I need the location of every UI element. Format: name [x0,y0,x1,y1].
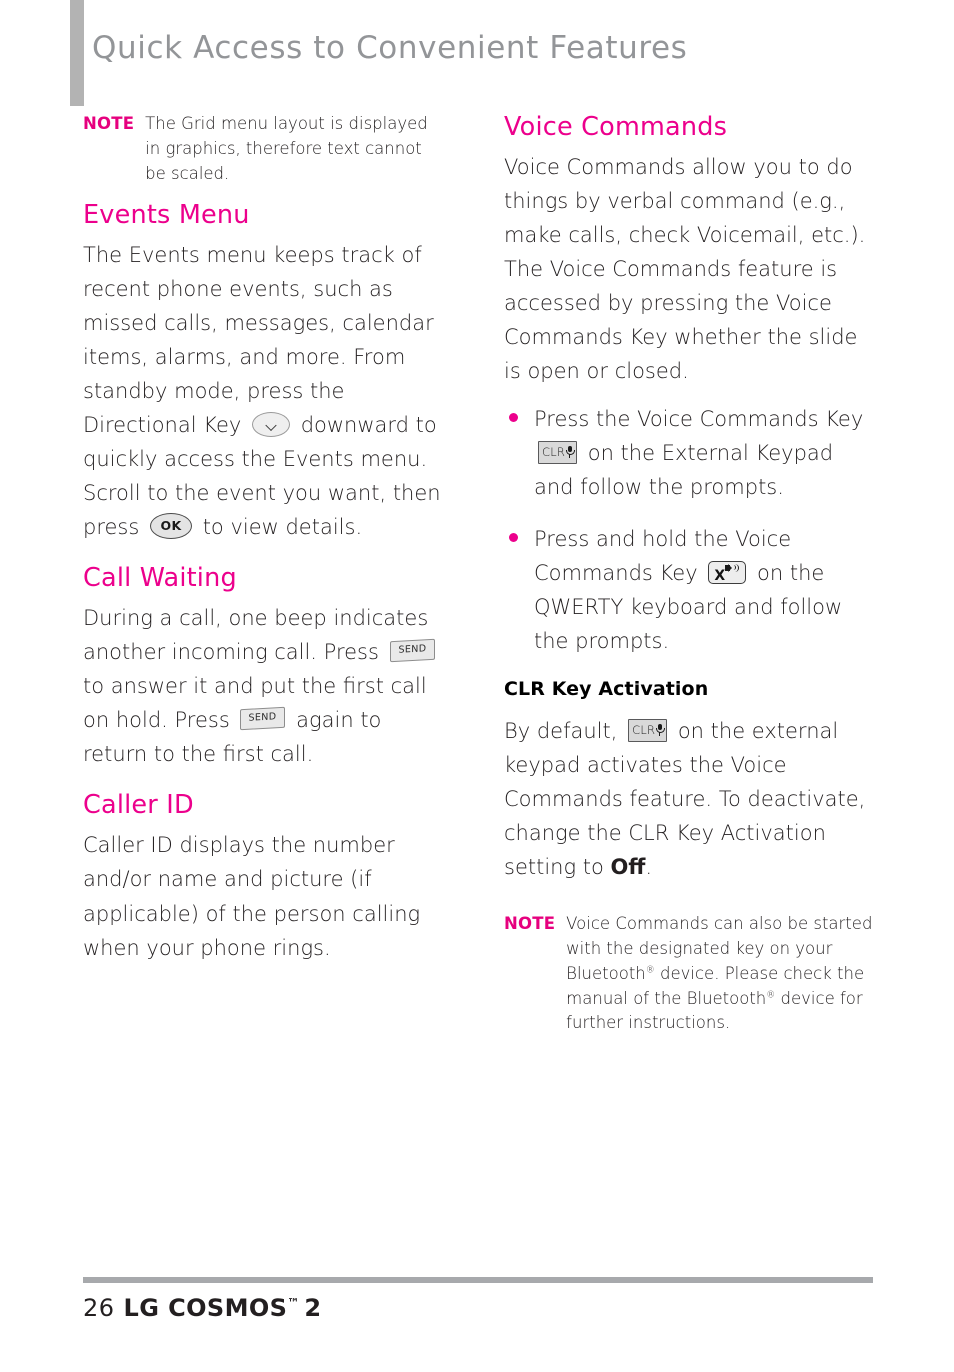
voice-commands-bullet-list: Press the Voice Commands Key CLR on the … [504,402,874,658]
clr-key-label: CLR [542,444,566,459]
footer-divider [83,1277,873,1283]
heading-caller-id: Caller ID [83,790,194,821]
clr-activation-text-part-3: . [645,855,653,880]
header-accent-bar [70,0,84,106]
note-label: NOTE [83,114,135,133]
registered-mark: ® [645,965,655,976]
right-column: Voice Commands Voice Commands allow you … [504,112,874,1042]
clr-activation-text-part-2: on the external keypad activates the Voi… [504,719,866,880]
paragraph-voice-commands: Voice Commands allow you to do things by… [504,155,866,384]
clr-activation-bold-value: Off [610,855,646,880]
clr-key-icon: CLR [538,440,578,464]
trademark-symbol: ™ [287,1296,300,1310]
list-item: Press and hold the Voice Commands Key X … [504,522,874,658]
note-label: NOTE [504,914,556,934]
microphone-icon [656,723,666,736]
call-waiting-text-part-1: During a call, one beep indicates anothe… [83,606,429,665]
heading-call-waiting: Call Waiting [83,563,237,594]
clr-activation-text-part-1: By default, [504,719,618,744]
speaker-icon [725,563,739,575]
bullet-1-text-part-2: on the External Keypad and follow the pr… [534,441,834,500]
note-block-grid-menu: NOTE The Grid menu layout is displayed i… [83,112,443,186]
clr-key-label: CLR [632,722,656,737]
heading-clr-key-activation: CLR Key Activation [504,678,709,701]
x-key-label: X [714,567,726,584]
model-number: 2 [304,1294,322,1322]
ok-key-icon: OK [150,513,192,540]
events-text-part-1: The Events menu keeps track of recent ph… [83,243,434,438]
bullet-dot-icon [509,413,518,423]
footer: 26 LG COSMOS™ 2 [83,1294,321,1322]
paragraph-clr-key-activation: By default, CLR on the external keypad a… [504,714,874,884]
directional-down-key-icon [252,411,291,437]
note-text: Voice Commands can also be started with … [566,912,874,1036]
bullet-1-text-part-1: Press the Voice Commands Key [534,407,864,432]
list-item: Press the Voice Commands Key CLR on the … [504,402,874,504]
bullet-2-text-part-1: Press and hold the Voice Commands Key [534,527,792,586]
page-title: Quick Access to Convenient Features [92,30,688,66]
send-key-icon-1: SEND [389,638,435,663]
paragraph-events-menu: The Events menu keeps track of recent ph… [83,238,443,544]
microphone-icon [566,445,576,458]
x-key-icon: X [708,560,747,584]
paragraph-call-waiting: During a call, one beep indicates anothe… [83,601,443,771]
clr-key-icon: CLR [628,718,668,742]
bullet-dot-icon [509,533,518,543]
note-text: The Grid menu layout is displayed in gra… [145,114,428,183]
events-text-part-3: to view details. [202,515,363,540]
heading-voice-commands: Voice Commands [504,112,728,142]
left-column: NOTE The Grid menu layout is displayed i… [83,112,443,969]
page-number: 26 [83,1294,115,1322]
note-block-bluetooth: NOTE Voice Commands can also be started … [504,912,874,1036]
brand-name: LG COSMOS [123,1294,288,1322]
paragraph-caller-id: Caller ID displays the number and/or nam… [83,833,421,960]
registered-mark: ® [766,990,776,1001]
send-key-icon-2: SEND [240,706,286,731]
heading-events-menu: Events Menu [83,200,250,231]
